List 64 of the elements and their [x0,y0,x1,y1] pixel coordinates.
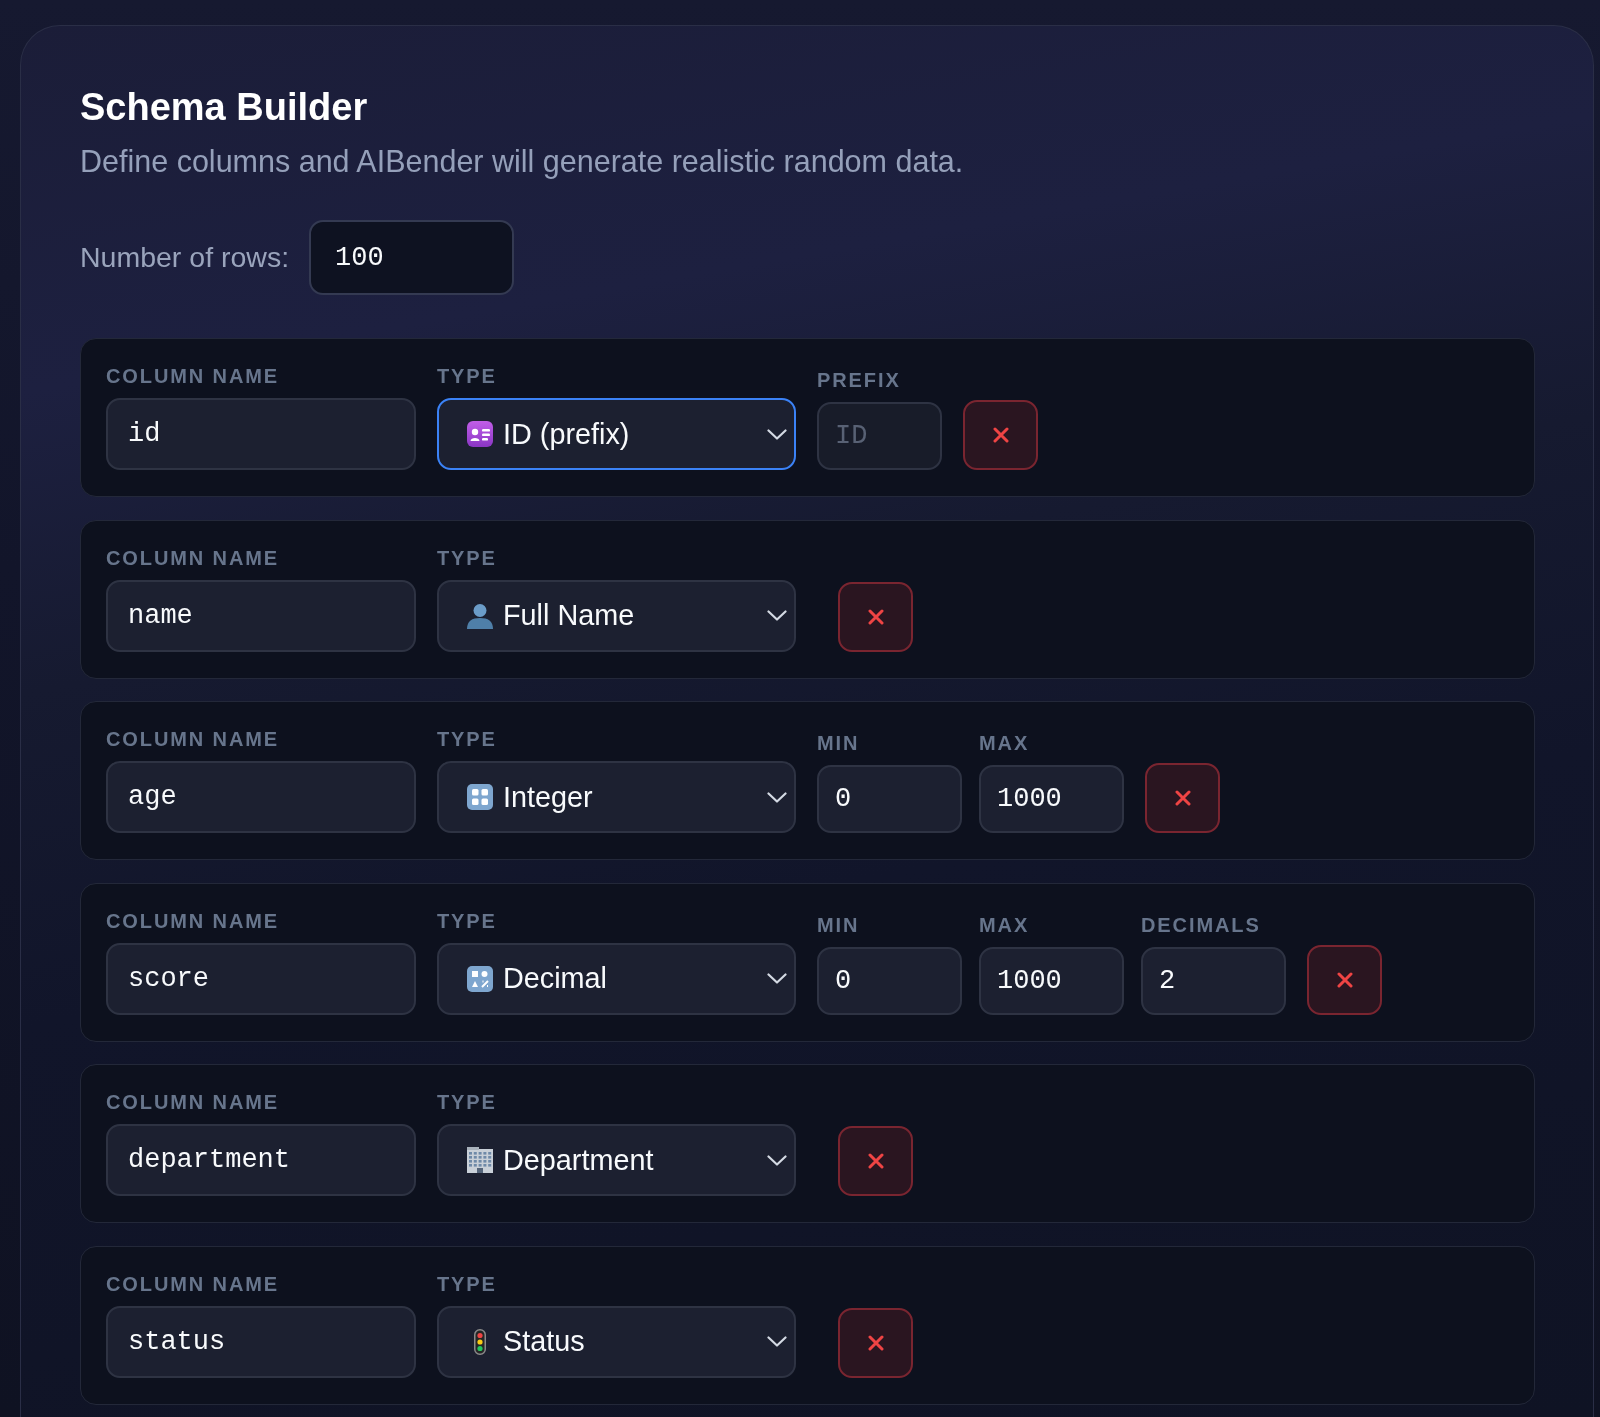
column-name-field[interactable]: score [106,942,416,1015]
type-select[interactable]: Department [437,1124,796,1196]
column-name-field[interactable]: department [106,1124,416,1196]
option-field[interactable]: 1000 [979,946,1124,1015]
symbols-tile-icon [467,965,493,992]
column-name-field[interactable]: status [106,1305,416,1378]
column-name-label: COLUMN NAME [106,1271,280,1296]
option-field[interactable]: 0 [817,946,962,1015]
option-label: DECIMALS [1141,912,1261,937]
close-icon [992,427,1009,443]
delete-button[interactable] [1307,944,1382,1015]
close-icon [867,1153,884,1169]
column-name-label: COLUMN NAME [106,364,280,388]
delete-button[interactable] [838,1307,913,1378]
id-badge-icon [467,421,493,447]
column-name-field[interactable]: name [106,579,416,652]
option-label: MAX [979,731,1030,755]
type-select[interactable]: Integer [437,761,796,833]
type-select[interactable]: Decimal [437,942,796,1015]
office-building-icon [467,1147,493,1173]
chevron-down-icon [767,973,787,984]
close-icon [1174,790,1191,806]
close-icon [867,608,884,625]
chevron-down-icon [767,1154,787,1166]
type-label: TYPE [437,364,497,388]
page-title: Schema Builder [80,85,368,129]
column-name-field[interactable]: age [106,761,416,833]
type-select[interactable]: ID (prefix) [437,398,796,470]
column-name-label: COLUMN NAME [106,545,280,570]
keypad-tile-icon [467,784,493,810]
person-icon [467,602,493,629]
type-label: TYPE [437,1090,497,1114]
type-label: TYPE [437,908,497,933]
type-label: TYPE [437,1271,497,1296]
type-select[interactable]: Status [437,1305,796,1378]
page-subtitle: Define columns and AIBender will generate realistic random data. [80,143,964,179]
chevron-down-icon [767,791,787,803]
option-label: MIN [817,731,860,755]
delete-button[interactable] [838,581,913,652]
row-count-label: Number of rows: [80,241,290,274]
option-field[interactable]: ID [817,402,942,470]
option-field[interactable]: 1000 [979,765,1124,833]
option-label: PREFIX [817,368,901,392]
chevron-down-icon [767,428,787,440]
type-select[interactable]: Full Name [437,579,796,652]
type-label: TYPE [437,545,497,570]
option-label: MAX [979,912,1030,937]
type-label: TYPE [437,727,497,751]
close-icon [867,1334,884,1351]
close-icon [1336,971,1353,988]
column-name-label: COLUMN NAME [106,727,280,751]
chevron-down-icon [767,610,787,621]
delete-button[interactable] [1145,763,1220,833]
column-name-field[interactable]: id [106,398,416,470]
traffic-light-icon [474,1328,486,1355]
delete-button[interactable] [963,400,1038,470]
delete-button[interactable] [838,1126,913,1196]
row-count-field[interactable]: 100 [309,220,515,295]
chevron-down-icon [767,1336,787,1347]
column-name-label: COLUMN NAME [106,1090,280,1114]
column-name-label: COLUMN NAME [106,908,280,933]
option-label: MIN [817,912,860,937]
option-field[interactable]: 0 [817,765,962,833]
option-field[interactable]: 2 [1141,946,1286,1015]
